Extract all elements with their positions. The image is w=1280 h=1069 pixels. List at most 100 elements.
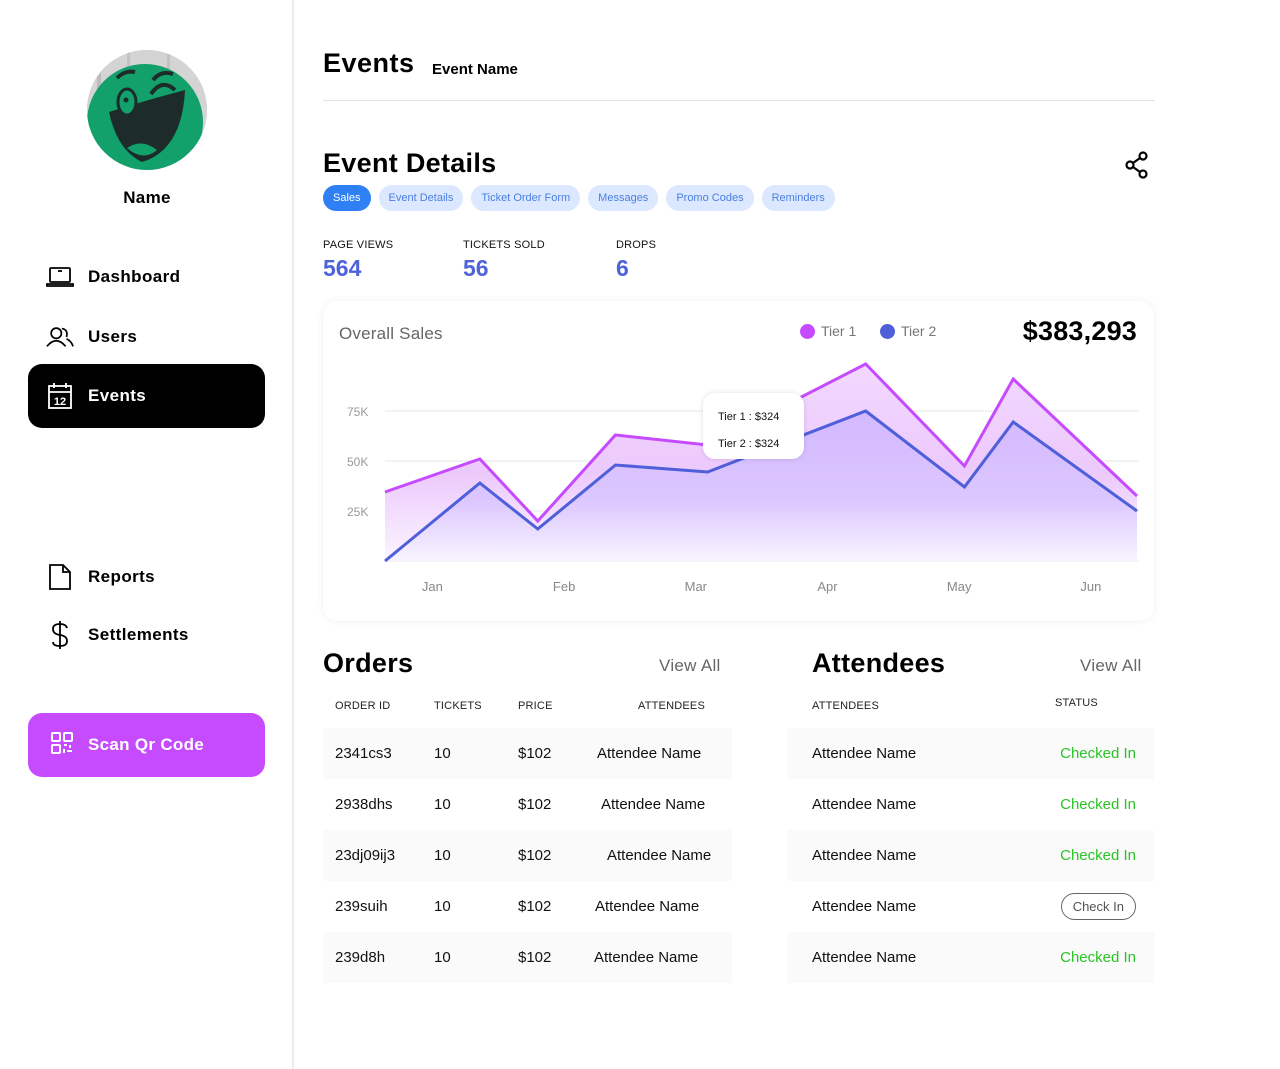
status-checked-in: Checked In <box>1060 745 1136 762</box>
stat-tickets-sold: TICKETS SOLD 56 <box>463 239 545 282</box>
legend-tier-2[interactable]: Tier 2 <box>880 323 936 339</box>
sidebar-item-settlements[interactable]: Settlements <box>28 603 265 667</box>
tab-ticket-order-form[interactable]: Ticket Order Form <box>471 185 581 211</box>
header-divider <box>323 100 1155 101</box>
column-header-order-id: ORDER ID <box>335 700 391 712</box>
file-icon <box>46 563 74 591</box>
users-icon <box>46 323 74 351</box>
status-checked-in: Checked In <box>1060 796 1136 813</box>
tab-sales[interactable]: Sales <box>323 185 371 211</box>
calendar-icon: 12 <box>46 382 74 410</box>
x-tick-label: Mar <box>685 579 708 594</box>
attendee-row[interactable]: Attendee Name Checked In <box>787 728 1154 779</box>
overall-sales-card: 25K 50K 75K Jan Feb Mar Apr May Jun Overall Sale… <box>323 301 1154 621</box>
tickets-cell: 10 <box>434 796 451 813</box>
avatar[interactable] <box>87 50 207 170</box>
attendee-cell: Attendee Name <box>607 847 712 864</box>
attendee-row[interactable]: Attendee Name Checked In <box>787 779 1154 830</box>
tickets-cell: 10 <box>434 949 451 966</box>
tab-messages[interactable]: Messages <box>588 185 659 211</box>
share-icon <box>1125 151 1148 179</box>
sidebar-item-label: Events <box>88 386 147 405</box>
column-header-price: PRICE <box>518 700 553 712</box>
x-tick-label: Feb <box>553 579 575 594</box>
attendee-name-cell: Attendee Name <box>812 847 917 864</box>
chart-title: Overall Sales <box>339 324 443 343</box>
y-tick-label: 25K <box>347 505 368 519</box>
page-title: Events <box>323 48 415 78</box>
order-row[interactable]: 23dj09ij3 10 $102 Attendee Name <box>323 830 732 881</box>
price-cell: $102 <box>518 847 552 864</box>
attendee-cell: Attendee Name <box>601 796 706 813</box>
stat-value: 56 <box>463 255 489 281</box>
sales-total: $383,293 <box>1022 316 1137 346</box>
check-in-button[interactable]: Check In <box>1060 893 1136 920</box>
sidebar-item-reports[interactable]: Reports <box>28 545 265 609</box>
sidebar-item-label: Settlements <box>88 625 189 644</box>
order-id-cell: 239d8h <box>335 949 386 966</box>
legend-tier-1[interactable]: Tier 1 <box>800 323 856 339</box>
y-tick-label: 75K <box>347 405 368 419</box>
stat-drops: DROPS 6 <box>616 239 656 282</box>
dollar-icon <box>46 621 74 649</box>
attendee-cell: Attendee Name <box>597 745 702 762</box>
attendee-name-cell: Attendee Name <box>812 898 917 915</box>
scan-qr-code-label: Scan Qr Code <box>88 735 205 754</box>
sidebar-item-users[interactable]: Users <box>28 305 265 369</box>
legend-label: Tier 1 <box>821 323 857 339</box>
column-header-attendees: ATTENDEES <box>812 700 879 712</box>
x-tick-label: May <box>947 579 972 594</box>
laptop-icon <box>46 263 74 291</box>
order-row[interactable]: 2938dhs 10 $102 Attendee Name <box>323 779 732 830</box>
tooltip-line: Tier 2 : $324 <box>718 438 780 450</box>
qr-code-icon <box>50 731 74 760</box>
legend-dot <box>800 323 815 339</box>
attendee-row[interactable]: Attendee Name Checked In <box>787 830 1154 881</box>
stat-label: DROPS <box>616 239 657 251</box>
orders-view-all-link[interactable]: View All <box>659 656 721 676</box>
sidebar-item-events[interactable]: 12 Events <box>28 364 265 428</box>
attendee-name-cell: Attendee Name <box>812 949 917 966</box>
legend-label: Tier 2 <box>901 323 937 339</box>
column-header-attendees: ATTENDEES <box>638 700 705 712</box>
attendee-name-cell: Attendee Name <box>812 745 917 762</box>
price-cell: $102 <box>518 898 552 915</box>
attendee-row[interactable]: Attendee Name Checked In <box>787 932 1154 983</box>
attendee-row[interactable]: Attendee Name Check In <box>787 881 1154 932</box>
attendee-cell: Attendee Name <box>594 949 699 966</box>
stat-label: TICKETS SOLD <box>463 239 545 251</box>
tab-promo-codes[interactable]: Promo Codes <box>666 185 754 211</box>
stat-page-views: PAGE VIEWS 564 <box>323 239 393 282</box>
tab-reminders[interactable]: Reminders <box>761 185 835 211</box>
tickets-cell: 10 <box>434 847 451 864</box>
attendee-name-cell: Attendee Name <box>812 796 917 813</box>
order-row[interactable]: 239d8h 10 $102 Attendee Name <box>323 932 732 983</box>
price-cell: $102 <box>518 745 552 762</box>
status-checked-in: Checked In <box>1060 949 1136 966</box>
tooltip-line: Tier 1 : $324 <box>718 411 780 423</box>
sidebar-item-dashboard[interactable]: Dashboard <box>28 245 265 309</box>
status-checked-in: Checked In <box>1060 847 1136 864</box>
attendee-cell: Attendee Name <box>595 898 700 915</box>
attendees-view-all-link[interactable]: View All <box>1080 656 1142 676</box>
column-header-tickets: TICKETS <box>434 700 482 712</box>
order-row[interactable]: 2341cs3 10 $102 Attendee Name <box>323 728 732 779</box>
tab-event-details[interactable]: Event Details <box>378 185 464 211</box>
chart-tooltip: Tier 1 : $324 Tier 2 : $324 <box>703 393 804 459</box>
event-tabs: Sales Event Details Ticket Order Form Me… <box>323 185 835 211</box>
sales-chart: 25K 50K 75K Jan Feb Mar Apr May Jun <box>347 362 1139 594</box>
order-id-cell: 2938dhs <box>335 796 393 813</box>
x-tick-label: Jan <box>422 579 443 594</box>
sidebar-item-label: Dashboard <box>88 267 181 286</box>
sidebar-item-label: Reports <box>88 567 156 586</box>
stat-value: 6 <box>616 255 629 281</box>
attendees-title: Attendees <box>812 648 946 678</box>
x-tick-label: Apr <box>817 579 838 594</box>
scan-qr-code-button[interactable]: Scan Qr Code <box>28 713 265 777</box>
order-row[interactable]: 239suih 10 $102 Attendee Name <box>323 881 732 932</box>
profile-name: Name <box>123 188 171 207</box>
stat-value: 564 <box>323 255 362 281</box>
share-button[interactable] <box>1122 150 1152 180</box>
tickets-cell: 10 <box>434 745 451 762</box>
event-details-title: Event Details <box>323 148 497 178</box>
